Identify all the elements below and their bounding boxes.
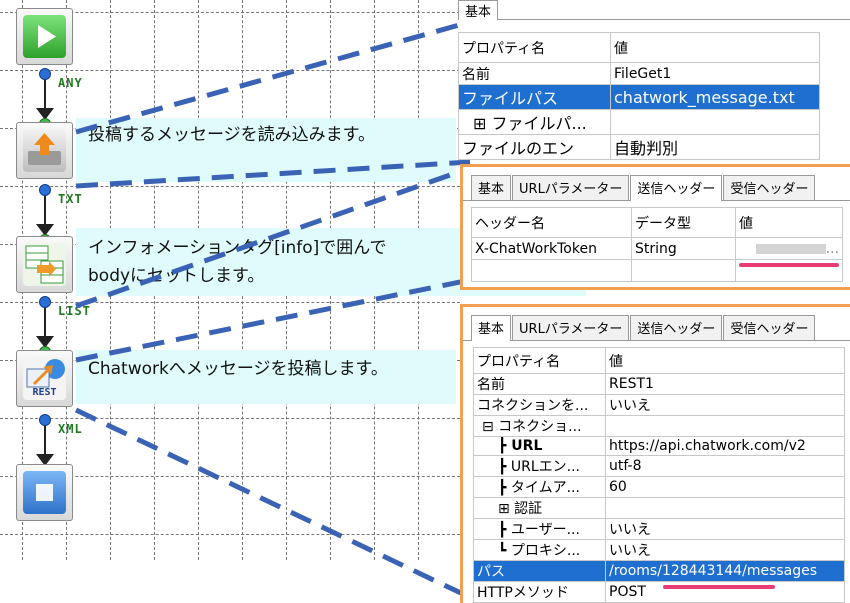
property-grid: プロパティ名 値 名前 FileGet1 ファイルパス chatwork_mes… (458, 32, 820, 160)
property-panel-fileget: 基本 プロパティ名 値 名前 FileGet1 ファイルパス chatwork_… (458, 0, 850, 160)
highlight-underline (739, 263, 839, 267)
property-name: コネクションを... (473, 394, 606, 416)
table-row[interactable]: ⊞ 認証 (473, 497, 845, 519)
property-name: HTTPメソッド (473, 581, 606, 603)
property-value[interactable]: chatwork_message.txt (610, 84, 820, 110)
property-name: ファイルのエン (458, 134, 611, 160)
table-row[interactable]: 名前 REST1 (473, 373, 845, 395)
property-name: 名前 (458, 62, 611, 85)
table-row[interactable]: X-ChatWorkToken String ... (471, 237, 843, 260)
table-row[interactable]: ⊟ コネクショ... (473, 415, 845, 437)
table-row[interactable]: ファイルのエン 自動判別 (458, 134, 820, 160)
header-panel-send: 基本 URLパラメーター 送信ヘッダー 受信ヘッダー ヘッダー名 データ型 値 … (460, 164, 850, 290)
property-value[interactable]: 60 (605, 476, 845, 498)
property-name: ┣ URLエン... (473, 455, 606, 477)
column-header: 値 (605, 347, 845, 374)
property-name: ┣ ユーザー... (473, 518, 606, 540)
table-row[interactable]: HTTPメソッド POST (473, 581, 845, 603)
property-name: ⊟ コネクショ... (473, 415, 606, 437)
highlight-underline (663, 585, 775, 589)
property-name: ┗ プロキシ... (473, 539, 606, 561)
property-value[interactable] (605, 415, 845, 437)
table-row[interactable]: ┣ ユーザー... いいえ (473, 518, 845, 540)
table-row[interactable]: コネクションを... いいえ (473, 394, 845, 416)
tab-url-params[interactable]: URLパラメーター (512, 175, 630, 200)
tab-send-headers[interactable]: 送信ヘッダー (630, 175, 723, 201)
property-grid: プロパティ名 値 名前 REST1 コネクションを... いいえ ⊟ コネクショ..… (473, 347, 845, 603)
tab-receive-headers[interactable]: 受信ヘッダー (723, 315, 816, 340)
column-header: プロパティ名 (473, 347, 606, 374)
grid-header: ヘッダー名 データ型 値 (471, 207, 843, 238)
tab-basic[interactable]: 基本 (471, 315, 512, 341)
table-row[interactable]: ┣ タイムア... 60 (473, 476, 845, 498)
header-type: String (631, 237, 736, 260)
header-grid: ヘッダー名 データ型 値 X-ChatWorkToken String ... (471, 207, 843, 282)
table-row[interactable]: 名前 FileGet1 (458, 62, 820, 85)
tab-url-params[interactable]: URLパラメーター (512, 315, 630, 340)
table-row[interactable]: ⊞ ファイルパ... (458, 109, 820, 135)
column-header: プロパティ名 (458, 32, 611, 63)
property-value[interactable]: いいえ (605, 394, 845, 416)
table-row-selected[interactable]: ファイルパス chatwork_message.txt (458, 84, 820, 110)
property-value[interactable]: https://api.chatwork.com/v2 (605, 436, 845, 456)
table-row[interactable]: ┣ URL https://api.chatwork.com/v2 (473, 436, 845, 456)
column-header: 値 (735, 207, 843, 238)
tab-basic[interactable]: 基本 (471, 175, 512, 200)
property-value[interactable]: いいえ (605, 539, 845, 561)
property-value[interactable]: /rooms/128443144/messages (605, 560, 845, 582)
property-name: ┣ URL (473, 436, 606, 456)
column-header: データ型 (631, 207, 736, 238)
property-panel-rest: 基本 URLパラメーター 送信ヘッダー 受信ヘッダー プロパティ名 値 名前 RE… (460, 304, 850, 603)
property-value[interactable]: FileGet1 (610, 62, 820, 85)
header-name: X-ChatWorkToken (471, 237, 632, 260)
property-name: パス (473, 560, 606, 582)
property-value[interactable]: utf-8 (605, 455, 845, 477)
header-value-masked[interactable]: ... (735, 237, 843, 260)
property-name: ⊞ 認証 (473, 497, 606, 519)
property-value[interactable]: 自動判別 (610, 134, 820, 160)
property-name: 名前 (473, 373, 606, 395)
property-value[interactable]: REST1 (605, 373, 845, 395)
property-value[interactable] (605, 497, 845, 519)
property-name: ┣ タイムア... (473, 476, 606, 498)
property-value[interactable] (610, 109, 820, 135)
table-row[interactable]: ┗ プロキシ... いいえ (473, 539, 845, 561)
grid-header: プロパティ名 値 (473, 347, 845, 374)
tab-receive-headers[interactable]: 受信ヘッダー (723, 175, 816, 200)
property-name: ⊞ ファイルパ... (458, 109, 611, 135)
table-row[interactable]: ┣ URLエン... utf-8 (473, 455, 845, 477)
grid-header: プロパティ名 値 (458, 32, 820, 63)
column-header: ヘッダー名 (471, 207, 632, 238)
property-name: ファイルパス (458, 84, 611, 110)
property-value[interactable]: いいえ (605, 518, 845, 540)
column-header: 値 (610, 32, 820, 63)
tab-send-headers[interactable]: 送信ヘッダー (630, 315, 723, 340)
tab-basic[interactable]: 基本 (458, 0, 499, 20)
table-row-selected[interactable]: パス/rooms/128443144/messages (473, 560, 845, 582)
